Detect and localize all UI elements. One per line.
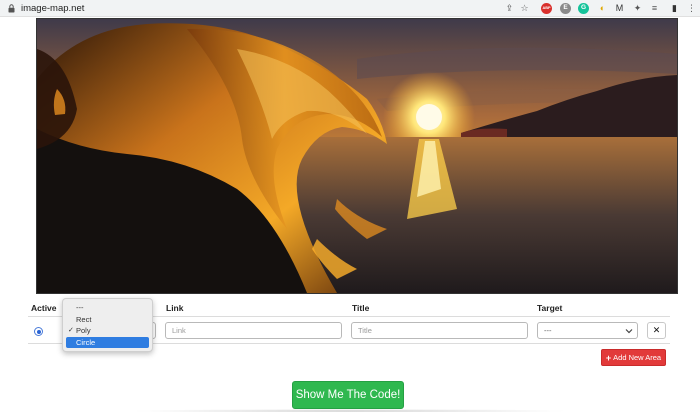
wave-sunset-image [37,19,677,293]
header-active: Active [31,303,57,313]
shape-option-circle[interactable]: Circle [66,336,149,348]
grammarly-icon[interactable]: G [578,3,589,14]
show-code-button[interactable]: Show Me The Code! [292,381,404,409]
share-icon[interactable]: ⇪ [504,3,515,14]
checkmark-icon: ✓ [68,327,74,334]
adblock-icon[interactable]: ABP [541,3,552,14]
title-input[interactable] [351,322,528,339]
shape-option-poly[interactable]: ✓ Poly [63,325,152,337]
show-code-label: Show Me The Code! [295,389,401,401]
more-icon[interactable]: ⋮ [686,3,697,14]
gmail-m-icon[interactable]: M [614,3,625,14]
add-new-area-label: Add New Area [613,353,662,362]
sidebar-icon[interactable]: ▮ [669,3,680,14]
url-text[interactable]: image-map.net [21,3,84,14]
chevron-down-icon [625,329,633,334]
shape-option-label: Rect [76,314,92,324]
browser-url-bar[interactable]: image-map.net ⇪ ☆ ABP E G ◐ M ✦ ≡ ▮ ⋮ [0,0,700,17]
star-icon[interactable]: ☆ [519,3,530,14]
shape-option-label: Poly [76,326,91,335]
delete-row-button[interactable]: ✕ [647,322,666,339]
shape-option-rect[interactable]: Rect [63,314,152,326]
active-radio[interactable] [34,327,43,336]
plus-icon: + [605,352,612,363]
header-link: Link [166,303,184,313]
target-select[interactable]: --- [537,322,638,339]
puzzle-icon[interactable]: ✦ [632,3,643,14]
honey-icon[interactable]: ◐ [597,3,608,14]
link-input[interactable] [165,322,342,339]
lock-icon [8,4,15,13]
header-target: Target [537,303,563,313]
add-new-area-button[interactable]: + Add New Area [601,349,666,366]
reading-list-icon[interactable]: ≡ [649,3,660,14]
close-icon: ✕ [652,325,661,335]
shape-option-label: Circle [76,337,96,347]
shape-option-none[interactable]: --- [63,302,152,314]
extension-e-icon[interactable]: E [560,3,571,14]
shape-dropdown-list[interactable]: --- Rect ✓ Poly Circle [62,298,153,352]
shape-option-label: --- [76,303,84,312]
header-title: Title [352,303,370,313]
target-select-value: --- [544,326,552,335]
hero-image[interactable] [36,18,678,294]
